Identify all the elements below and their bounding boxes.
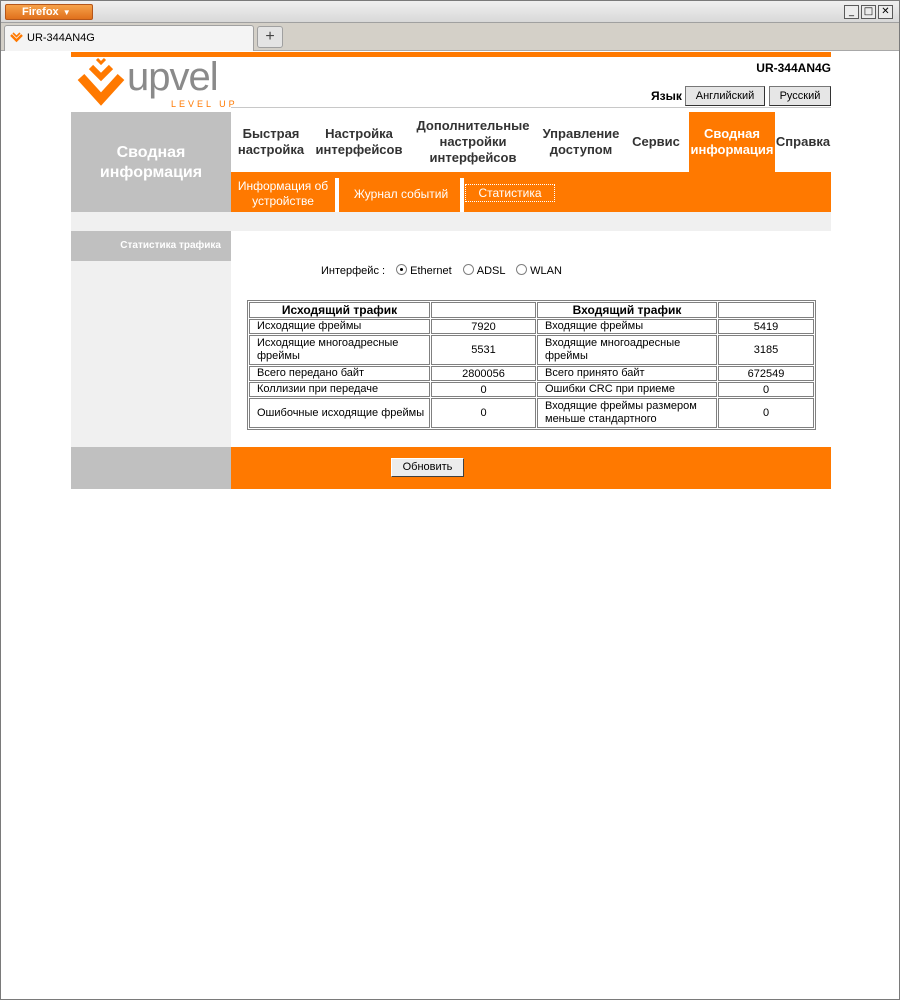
nav-access-management[interactable]: Управление доступом [539,112,623,172]
subnav-separator [335,178,339,212]
rx-value: 5419 [718,319,814,334]
language-russian-button[interactable]: Русский [769,86,831,106]
firefox-menu-button[interactable]: Firefox ▼ [5,4,93,20]
tab-bar: UR-344AN4G + [1,23,899,51]
rx-header: Входящий трафик [537,302,717,318]
table-row: Ошибочные исходящие фреймы 0 Входящие фр… [249,398,814,428]
table-header-row: Исходящий трафик Входящий трафик [249,302,814,318]
upvel-logo: upvel LEVEL UP [77,55,247,109]
radio-ethernet[interactable] [396,264,408,275]
rx-label: Входящие фреймы размером меньше стандарт… [537,398,717,428]
radio-ethernet-label: Ethernet [410,265,452,277]
tx-value: 7920 [431,319,536,334]
logo-tagline: LEVEL UP [171,99,238,109]
rx-value-header [718,302,814,318]
footer-bar: Обновить [231,447,831,489]
close-button[interactable]: ✕ [878,5,893,19]
radio-wlan[interactable] [516,264,528,275]
sidebar: Статистика трафика [71,231,231,447]
language-label: Язык [651,89,682,103]
rx-label: Входящие фреймы [537,319,717,334]
radio-adsl-label: ADSL [476,265,506,277]
subnav-separator [460,178,464,212]
tx-label: Исходящие фреймы [249,319,430,334]
nav-quick-setup[interactable]: Быстрая настройка [231,112,311,172]
new-tab-button[interactable]: + [257,26,283,48]
tx-value: 0 [431,398,536,428]
rx-value: 3185 [718,335,814,365]
gray-spacer-bar [71,212,831,231]
rx-value: 672549 [718,366,814,381]
title-bar: Firefox ▼ _ □ ✕ [1,1,899,23]
logo-wordmark: upvel [127,55,219,99]
rx-label: Ошибки CRC при приеме [537,382,717,397]
page-viewport: upvel LEVEL UP UR-344AN4G Язык Английски… [2,52,898,999]
footer-left-panel [71,447,231,489]
traffic-stats-table: Исходящий трафик Входящий трафик Исходящ… [247,300,816,430]
minimize-button[interactable]: _ [844,5,859,19]
upvel-favicon-icon [10,32,23,43]
interface-selector: Интерфейс : Ethernet ADSL WLAN [321,264,562,277]
nav-advanced-setup[interactable]: Дополнительные настройки интерфейсов [407,112,539,172]
tx-label: Ошибочные исходящие фреймы [249,398,430,428]
browser-tab[interactable]: UR-344AN4G [4,25,254,51]
nav-maintenance[interactable]: Сервис [623,112,689,172]
subnav-system-log[interactable]: Журнал событий [341,176,461,212]
refresh-button[interactable]: Обновить [391,458,464,477]
nav-help[interactable]: Справка [775,112,831,172]
interface-label: Интерфейс : [321,265,386,277]
nav-interface-setup[interactable]: Настройка интерфейсов [311,112,407,172]
table-row: Коллизии при передаче 0 Ошибки CRC при п… [249,382,814,397]
firefox-menu-label: Firefox [22,6,59,18]
tx-value: 5531 [431,335,536,365]
header-divider [231,107,831,108]
maximize-button[interactable]: □ [861,5,876,19]
radio-wlan-label: WLAN [530,265,562,277]
table-row: Исходящие многоадресные фреймы 5531 Вход… [249,335,814,365]
subnav-statistics[interactable]: Статистика [465,184,555,202]
chevron-down-icon: ▼ [62,8,71,17]
tx-label: Всего передано байт [249,366,430,381]
rx-label: Всего принято байт [537,366,717,381]
tx-label: Коллизии при передаче [249,382,430,397]
table-row: Исходящие фреймы 7920 Входящие фреймы 54… [249,319,814,334]
tx-header: Исходящий трафик [249,302,430,318]
table-row: Всего передано байт 2800056 Всего принят… [249,366,814,381]
tab-title: UR-344AN4G [27,32,95,44]
upvel-logo-icon [77,57,125,106]
language-english-button[interactable]: Английский [685,86,765,106]
rx-value: 0 [718,382,814,397]
rx-label: Входящие многоадресные фреймы [537,335,717,365]
rx-value: 0 [718,398,814,428]
sidebar-title: Статистика трафика [71,231,231,261]
tx-value-header [431,302,536,318]
sub-navigation: Информация об устройстве Журнал событий … [231,172,831,212]
tx-label: Исходящие многоадресные фреймы [249,335,430,365]
subnav-device-info[interactable]: Информация об устройстве [231,176,335,212]
model-name: UR-344AN4G [756,61,831,75]
radio-adsl[interactable] [462,264,474,275]
section-title: Сводная информация [71,112,231,212]
tx-value: 0 [431,382,536,397]
browser-window: Firefox ▼ _ □ ✕ UR-344AN4G + upvel LEVEL… [0,0,900,1000]
nav-status[interactable]: Сводная информация [689,112,775,172]
tx-value: 2800056 [431,366,536,381]
